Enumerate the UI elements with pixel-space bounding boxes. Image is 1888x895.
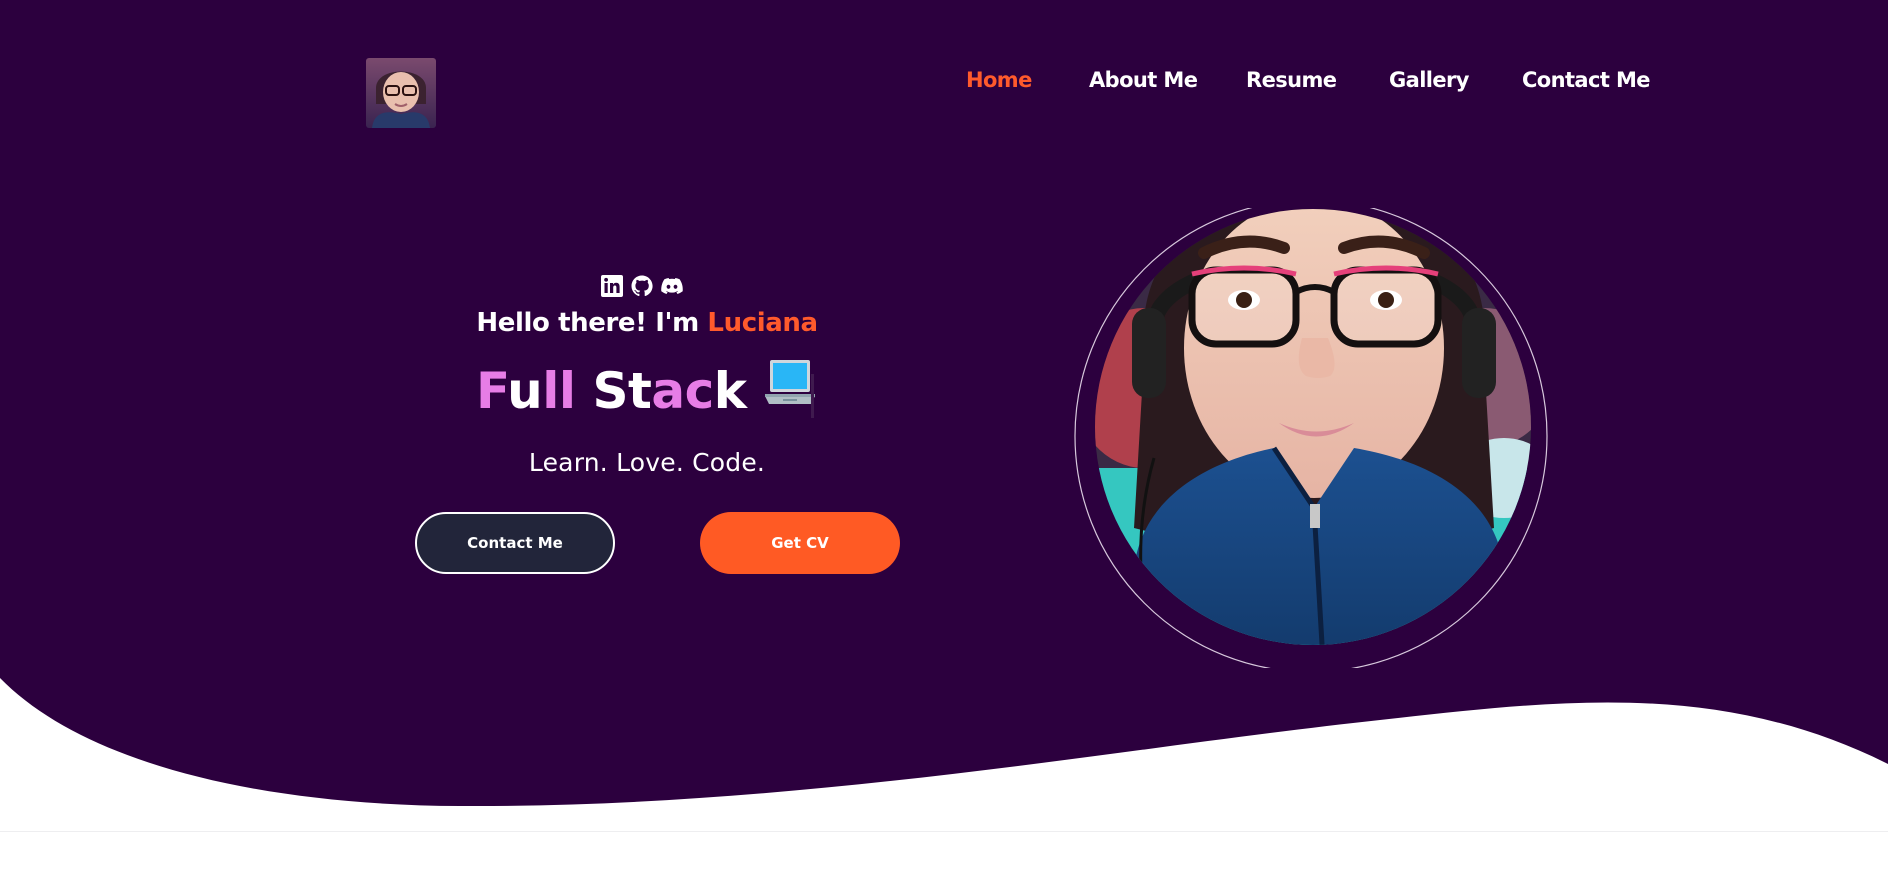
linkedin-icon[interactable] xyxy=(600,274,624,298)
greeting-prefix: Hello there! I'm xyxy=(476,308,699,338)
nav-about-me[interactable]: About Me xyxy=(1089,68,1198,92)
logo-avatar-image xyxy=(366,58,436,128)
role-headline: Full Stack xyxy=(476,359,817,426)
nav-home[interactable]: Home xyxy=(966,68,1032,92)
discord-icon[interactable] xyxy=(660,274,684,298)
role-text: Full Stack xyxy=(476,362,747,420)
github-icon[interactable] xyxy=(630,274,654,298)
section-divider xyxy=(0,831,1888,832)
typing-cursor xyxy=(811,374,814,418)
nav-resume[interactable]: Resume xyxy=(1246,68,1337,92)
hero-portrait xyxy=(1074,208,1548,668)
top-navigation: Home About Me Resume Gallery Contact Me xyxy=(0,0,1888,140)
page: Home About Me Resume Gallery Contact Me … xyxy=(0,0,1888,895)
laptop-icon xyxy=(763,358,817,420)
nav-contact-me[interactable]: Contact Me xyxy=(1522,68,1651,92)
get-cv-button[interactable]: Get CV xyxy=(700,512,900,574)
greeting-name: Luciana xyxy=(707,308,818,338)
nav-gallery[interactable]: Gallery xyxy=(1389,68,1470,92)
contact-me-button[interactable]: Contact Me xyxy=(415,512,615,574)
logo-avatar[interactable] xyxy=(366,58,436,128)
